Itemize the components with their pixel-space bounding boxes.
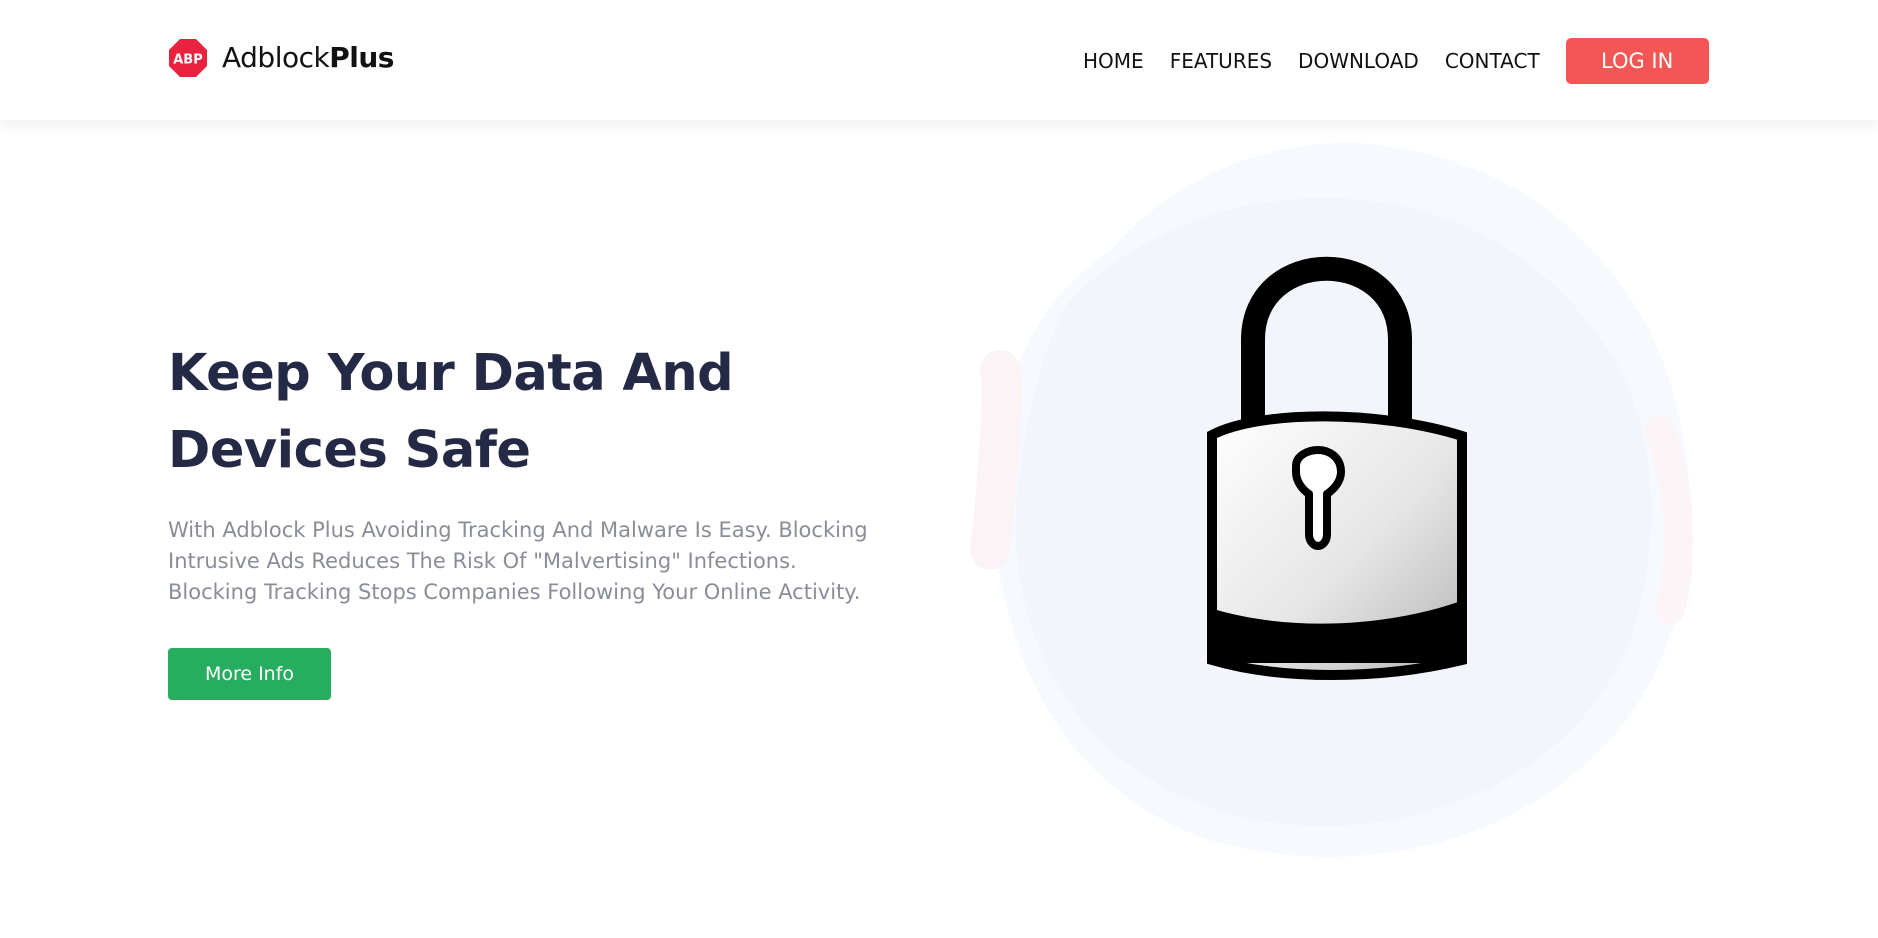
more-info-button[interactable]: More Info [168,648,331,700]
hero-section: Keep Your Data And Devices Safe With Adb… [168,335,928,700]
brand-name-regular: Adblock [222,41,330,74]
site-header: ABP AdblockPlus HOME FEATURES DOWNLOAD C… [0,0,1878,120]
brand-name-bold: Plus [329,41,394,74]
nav-download[interactable]: DOWNLOAD [1298,38,1419,84]
abp-logo-icon: ABP [169,39,207,77]
main-nav: HOME FEATURES DOWNLOAD CONTACT LOG IN [1083,38,1709,84]
nav-home[interactable]: HOME [1083,38,1144,84]
padlock-illustration [970,143,1694,857]
nav-contact[interactable]: CONTACT [1445,38,1540,84]
logo-badge-text: ABP [173,53,203,68]
hero-title: Keep Your Data And Devices Safe [168,344,734,480]
hero-description: With Adblock Plus Avoiding Tracking And … [168,518,868,604]
brand-logo[interactable]: ABP AdblockPlus [168,38,394,78]
hero-illustration [960,130,1720,890]
login-button[interactable]: LOG IN [1565,38,1709,84]
nav-features[interactable]: FEATURES [1170,38,1272,84]
brand-name: AdblockPlus [222,38,394,78]
